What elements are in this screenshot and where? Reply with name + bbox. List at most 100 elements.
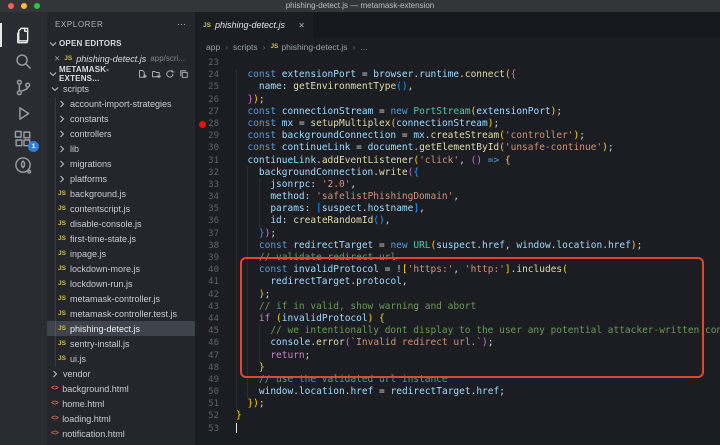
- tree-item-sentry-install-js[interactable]: JSsentry-install.js: [47, 336, 195, 351]
- line-number[interactable]: 48: [195, 362, 233, 374]
- tree-item-first-time-state-js[interactable]: JSfirst-time-state.js: [47, 231, 195, 246]
- breadcrumb-item[interactable]: scripts: [233, 42, 258, 52]
- minimize-window-icon[interactable]: [21, 3, 27, 9]
- line-number[interactable]: 43: [195, 301, 233, 313]
- tree-item-label: lib: [70, 144, 79, 154]
- run-debug-icon[interactable]: [12, 103, 35, 123]
- line-number[interactable]: 51: [195, 398, 233, 410]
- tree-item-background-js[interactable]: JSbackground.js: [47, 186, 195, 201]
- tree-item-metamask-controller-js[interactable]: JSmetamask-controller.js: [47, 291, 195, 306]
- tree-item-lockdown-more-js[interactable]: JSlockdown-more.js: [47, 261, 195, 276]
- line-number[interactable]: 39: [195, 252, 233, 264]
- tree-item-metamask-controller-test-js[interactable]: JSmetamask-controller.test.js: [47, 306, 195, 321]
- tree-item-vendor[interactable]: vendor: [47, 366, 195, 381]
- line-number[interactable]: 24: [195, 69, 233, 81]
- line-number[interactable]: 31: [195, 155, 233, 167]
- code-line: 53: [195, 423, 720, 435]
- tree-item-background-html[interactable]: <>background.html: [47, 381, 195, 396]
- line-number[interactable]: 35: [195, 203, 233, 215]
- line-number[interactable]: 27: [195, 106, 233, 118]
- project-section[interactable]: METAMASK-EXTENS...: [47, 66, 195, 81]
- extension-circle-icon[interactable]: [12, 155, 35, 175]
- tree-item-loading-html[interactable]: <>loading.html: [47, 411, 195, 426]
- collapse-all-icon[interactable]: [179, 69, 189, 79]
- line-number[interactable]: 40: [195, 264, 233, 276]
- tree-item-home-html[interactable]: <>home.html: [47, 396, 195, 411]
- tree-item-migrations[interactable]: migrations: [47, 156, 195, 171]
- code-line: 44 if (invalidProtocol) {: [195, 313, 720, 325]
- tree-item-scripts[interactable]: scripts: [47, 81, 195, 96]
- tree-item-notification-html[interactable]: <>notification.html: [47, 426, 195, 441]
- code-line: 32 backgroundConnection.write({: [195, 167, 720, 179]
- extensions-icon[interactable]: 1: [12, 129, 35, 149]
- line-number[interactable]: 23: [195, 57, 233, 69]
- breadcrumb-item[interactable]: ...: [360, 42, 367, 52]
- maximize-window-icon[interactable]: [34, 3, 40, 9]
- tree-item-inpage-js[interactable]: JSinpage.js: [47, 246, 195, 261]
- breadcrumb-separator: ›: [353, 42, 356, 52]
- line-number[interactable]: 37: [195, 228, 233, 240]
- open-editors-section[interactable]: OPEN EDITORS: [47, 36, 195, 51]
- breadcrumb-item[interactable]: JSphishing-detect.js: [270, 42, 347, 52]
- tree-item-platforms[interactable]: platforms: [47, 171, 195, 186]
- line-number[interactable]: 44: [195, 313, 233, 325]
- tree-item-controllers[interactable]: controllers: [47, 126, 195, 141]
- line-number[interactable]: 53: [195, 423, 233, 435]
- line-number[interactable]: 29: [195, 130, 233, 142]
- new-file-icon[interactable]: [137, 69, 147, 79]
- line-number[interactable]: 30: [195, 142, 233, 154]
- code-line: 31 continueLink.addEventListener('click'…: [195, 155, 720, 167]
- tree-item-disable-console-js[interactable]: JSdisable-console.js: [47, 216, 195, 231]
- code-text: continueLink.addEventListener('click', (…: [233, 155, 511, 167]
- line-number[interactable]: 41: [195, 276, 233, 288]
- tree-item-constants[interactable]: constants: [47, 111, 195, 126]
- tree-item-label: disable-console.js: [70, 219, 142, 229]
- code-text: // if in valid, show warning and abort: [233, 301, 476, 313]
- code-line: 50 window.location.href = redirectTarget…: [195, 386, 720, 398]
- line-number[interactable]: 36: [195, 215, 233, 227]
- line-number[interactable]: 33: [195, 179, 233, 191]
- code-line: 41 redirectTarget.protocol,: [195, 276, 720, 288]
- line-number[interactable]: 32: [195, 167, 233, 179]
- breadcrumb-item[interactable]: app: [206, 42, 220, 52]
- line-number[interactable]: 38: [195, 240, 233, 252]
- tree-item-label: metamask-controller.js: [70, 294, 160, 304]
- tree-item-account-import-strategies[interactable]: account-import-strategies: [47, 96, 195, 111]
- line-number[interactable]: 26: [195, 94, 233, 106]
- close-window-icon[interactable]: [8, 3, 14, 9]
- tree-item-label: sentry-install.js: [70, 339, 130, 349]
- code-line: 48 }: [195, 362, 720, 374]
- line-number[interactable]: 46: [195, 337, 233, 349]
- explorer-more-icon[interactable]: ⋯: [177, 19, 187, 30]
- search-icon[interactable]: [12, 51, 35, 71]
- source-control-icon[interactable]: [12, 77, 35, 97]
- tree-item-label: lockdown-run.js: [70, 279, 133, 289]
- line-number[interactable]: 50: [195, 386, 233, 398]
- line-number[interactable]: 52: [195, 410, 233, 422]
- js-file-icon: JS: [58, 205, 66, 212]
- tab-phishing-detect[interactable]: JS phishing-detect.js ✕: [195, 12, 313, 38]
- title-bar: phishing-detect.js — metamask-extension: [0, 0, 720, 12]
- tree-item-contentscript-js[interactable]: JScontentscript.js: [47, 201, 195, 216]
- new-folder-icon[interactable]: [151, 69, 161, 79]
- line-number[interactable]: 47: [195, 350, 233, 362]
- line-number[interactable]: 42: [195, 289, 233, 301]
- explorer-icon[interactable]: [12, 25, 35, 45]
- close-icon[interactable]: ✕: [54, 54, 60, 63]
- line-number[interactable]: 34: [195, 191, 233, 203]
- code-editor[interactable]: 2324 const extensionPort = browser.runti…: [195, 55, 720, 445]
- code-line: 51 });: [195, 398, 720, 410]
- line-number[interactable]: 45: [195, 325, 233, 337]
- tree-item-lib[interactable]: lib: [47, 141, 195, 156]
- line-number[interactable]: 49: [195, 374, 233, 386]
- code-text: });: [233, 398, 265, 410]
- breakpoint-icon[interactable]: [199, 121, 206, 128]
- refresh-icon[interactable]: [165, 69, 175, 79]
- tree-item-ui-js[interactable]: JSui.js: [47, 351, 195, 366]
- close-tab-icon[interactable]: ✕: [298, 21, 305, 30]
- js-file-icon: JS: [58, 280, 66, 287]
- window-controls[interactable]: [8, 3, 40, 9]
- tree-item-lockdown-run-js[interactable]: JS lockdown-run.js: [47, 276, 195, 291]
- tree-item-phishing-detect-js[interactable]: JSphishing-detect.js: [47, 321, 195, 336]
- line-number[interactable]: 25: [195, 81, 233, 93]
